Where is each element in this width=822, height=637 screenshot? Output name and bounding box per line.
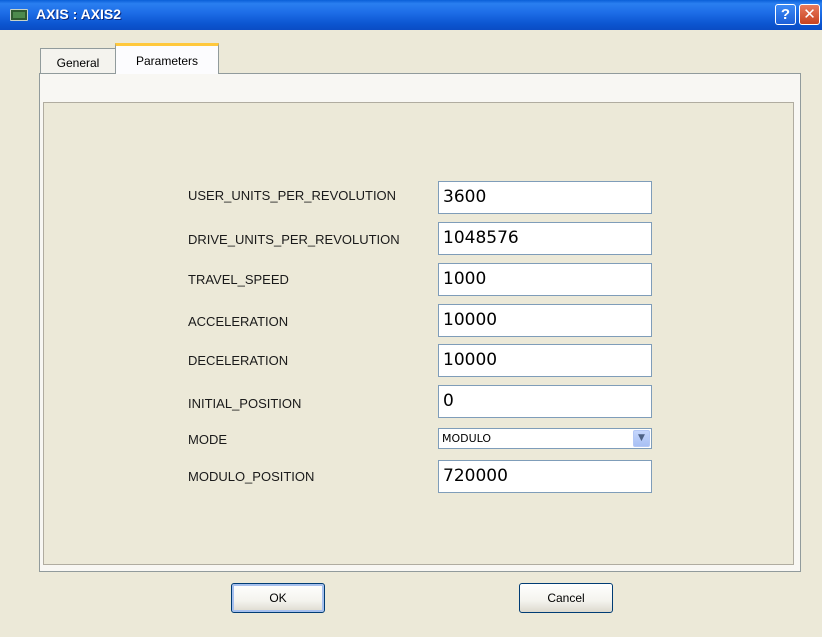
label-travel-speed: TRAVEL_SPEED [188,272,289,287]
title-bar[interactable]: AXIS : AXIS2 ? ✕ [0,0,822,30]
chevron-down-icon[interactable]: ▼ [633,430,650,447]
input-initial-position[interactable]: 0 [438,385,652,418]
help-button[interactable]: ? [775,4,796,25]
app-icon [10,9,28,21]
close-button[interactable]: ✕ [799,4,820,25]
tab-parameters[interactable]: Parameters [115,43,219,74]
label-deceleration: DECELERATION [188,353,289,368]
input-user-units-per-revolution[interactable]: 3600 [438,181,652,214]
label-initial-position: INITIAL_POSITION [188,396,302,411]
label-acceleration: ACCELERATION [188,314,289,329]
input-travel-speed[interactable]: 1000 [438,263,652,296]
input-deceleration[interactable]: 10000 [438,344,652,377]
window-title: AXIS : AXIS2 [36,6,122,22]
ok-button[interactable]: OK [231,583,325,613]
label-user-units-per-revolution: USER_UNITS_PER_REVOLUTION [188,188,397,203]
input-acceleration[interactable]: 10000 [438,304,652,337]
label-drive-units-per-revolution: DRIVE_UNITS_PER_REVOLUTION [188,232,400,247]
tab-general[interactable]: General [40,48,116,73]
mode-select-value: MODULO [442,432,492,445]
mode-select[interactable]: MODULO ▼ [438,428,652,449]
label-modulo-position: MODULO_POSITION [188,469,315,484]
input-drive-units-per-revolution[interactable]: 1048576 [438,222,652,255]
cancel-button[interactable]: Cancel [519,583,613,613]
parameters-group [43,102,794,565]
label-mode: MODE [188,432,227,447]
input-modulo-position[interactable]: 720000 [438,460,652,493]
